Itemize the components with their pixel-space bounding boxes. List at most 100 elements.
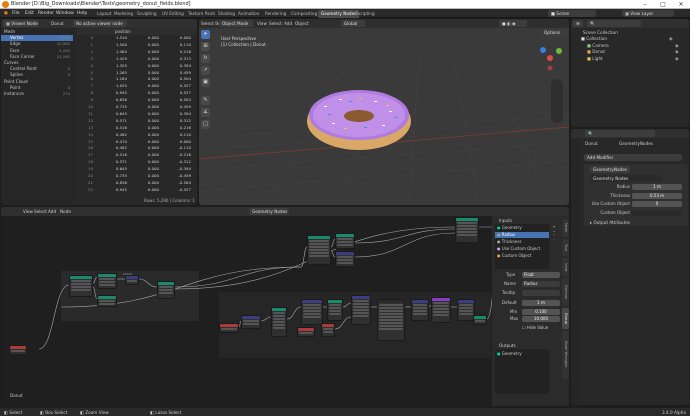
table-cell[interactable]: 0.735: [103, 104, 127, 110]
row-index[interactable]: 6: [77, 76, 93, 82]
node-socket-row[interactable]: [243, 320, 259, 322]
table-cell[interactable]: 0.000: [135, 104, 159, 110]
node-header[interactable]: [98, 274, 116, 277]
domain-count[interactable]: 10,580: [57, 41, 70, 47]
table-cell[interactable]: 0.000: [135, 145, 159, 151]
node-socket-row[interactable]: [379, 319, 403, 321]
tab-uv-editing[interactable]: UV Editing: [159, 10, 187, 18]
domain-item[interactable]: Point 0: [1, 85, 73, 91]
table-cell[interactable]: -0.459: [167, 173, 191, 179]
outliner-item-label[interactable]: Light: [592, 56, 602, 61]
row-index[interactable]: 15: [77, 139, 93, 145]
node-socket-row[interactable]: [413, 310, 427, 312]
domain-label[interactable]: Control Point: [10, 66, 37, 71]
node-socket-row[interactable]: [329, 313, 341, 315]
outliner-editor-icon[interactable]: ☰: [573, 20, 583, 27]
node[interactable]: [335, 233, 355, 249]
node[interactable]: [307, 235, 331, 265]
node-header[interactable]: [378, 300, 404, 303]
table-cell[interactable]: 0.000: [135, 83, 159, 89]
outliner-item[interactable]: ■ Light ◉: [587, 56, 687, 62]
node-socket-row[interactable]: [159, 286, 173, 288]
node-socket-row[interactable]: [99, 278, 115, 280]
table-cell[interactable]: 0.945: [103, 187, 127, 193]
table-cell[interactable]: 0.504: [167, 76, 191, 82]
cursor-icon[interactable]: ➤: [201, 30, 210, 39]
table-cell[interactable]: -0.527: [167, 187, 191, 193]
rotate-icon[interactable]: ↻: [201, 54, 210, 63]
node[interactable]: [377, 299, 405, 341]
node-socket-row[interactable]: [433, 305, 449, 307]
node[interactable]: [327, 299, 343, 321]
node-socket-row[interactable]: [99, 281, 115, 283]
table-cell[interactable]: 0.482: [103, 145, 127, 151]
sidebar-tab[interactable]: View: [562, 258, 569, 276]
input-item-label[interactable]: Use Custom Object: [502, 246, 540, 251]
modifier-input-field[interactable]: [632, 209, 682, 216]
node-socket-row[interactable]: [459, 307, 473, 309]
type-dropdown[interactable]: Float: [522, 272, 560, 278]
table-cell[interactable]: 0.000: [135, 187, 159, 193]
domain-item[interactable]: Mesh: [1, 29, 73, 35]
outliner-item-label[interactable]: Collection: [586, 36, 607, 41]
node-socket-row[interactable]: [337, 244, 353, 246]
domain-label[interactable]: Spline: [10, 72, 23, 77]
table-cell[interactable]: 0.000: [135, 49, 159, 55]
node[interactable]: [335, 251, 355, 267]
table-cell[interactable]: 0.000: [135, 42, 159, 48]
table-cell[interactable]: 0.645: [103, 166, 127, 172]
node-socket-row[interactable]: [457, 231, 477, 233]
menu-file[interactable]: File: [10, 10, 22, 17]
visibility-icon[interactable]: ◉: [675, 56, 679, 62]
table-cell[interactable]: 0.735: [103, 173, 127, 179]
row-index[interactable]: 12: [77, 118, 93, 124]
node-socket-row[interactable]: [99, 303, 115, 305]
table-cell[interactable]: 1.510: [103, 35, 127, 41]
table-cell[interactable]: 0.394: [167, 63, 191, 69]
node-socket-row[interactable]: [459, 304, 473, 306]
domain-label[interactable]: Vertex: [10, 35, 23, 40]
node-header[interactable]: [242, 316, 260, 319]
node-socket-row[interactable]: [159, 289, 173, 291]
domain-label[interactable]: Edge: [10, 41, 21, 46]
table-cell[interactable]: 0.000: [135, 159, 159, 165]
row-index[interactable]: 1: [77, 42, 93, 48]
node-socket-row[interactable]: [353, 312, 369, 314]
node[interactable]: [271, 307, 287, 337]
table-cell[interactable]: -0.504: [167, 180, 191, 186]
row-index[interactable]: 16: [77, 145, 93, 151]
menu-window[interactable]: Window: [54, 10, 76, 17]
table-cell[interactable]: 0.000: [135, 132, 159, 138]
node-socket-row[interactable]: [273, 324, 285, 326]
node-socket-row[interactable]: [379, 322, 403, 324]
table-cell[interactable]: 0.836: [103, 180, 127, 186]
row-index[interactable]: 22: [77, 187, 93, 193]
node-socket-row[interactable]: [309, 246, 329, 248]
table-cell[interactable]: 0.110: [167, 132, 191, 138]
node-header[interactable]: [352, 296, 370, 299]
row-index[interactable]: 10: [77, 104, 93, 110]
table-cell[interactable]: 0.313: [167, 56, 191, 62]
modifier-input-label[interactable]: Radius: [588, 184, 630, 190]
domain-count[interactable]: 5,290: [59, 48, 70, 54]
table-cell[interactable]: 0.459: [167, 70, 191, 76]
node-header[interactable]: [158, 282, 174, 285]
domain-count[interactable]: 0: [68, 66, 70, 72]
domain-label[interactable]: Face Corner: [10, 54, 35, 59]
node-socket-row[interactable]: [475, 320, 485, 322]
node-socket-row[interactable]: [243, 323, 259, 325]
row-index[interactable]: 18: [77, 159, 93, 165]
visibility-icon[interactable]: ◉: [675, 43, 679, 49]
transform-icon[interactable]: ▣: [201, 78, 210, 87]
node-header[interactable]: [98, 296, 116, 299]
table-cell[interactable]: 1.265: [103, 70, 127, 76]
tab-modeling[interactable]: Modeling: [111, 10, 136, 18]
scene-selector[interactable]: ■ Scene: [548, 10, 596, 17]
node-socket-row[interactable]: [303, 316, 321, 318]
min-field[interactable]: 0.100: [522, 309, 560, 315]
node-header[interactable]: [126, 276, 138, 279]
table-cell[interactable]: 0.482: [103, 132, 127, 138]
visibility-icon[interactable]: ◉: [675, 49, 679, 55]
node-socket-row[interactable]: [299, 332, 313, 334]
table-cell[interactable]: 0.000: [167, 35, 191, 41]
